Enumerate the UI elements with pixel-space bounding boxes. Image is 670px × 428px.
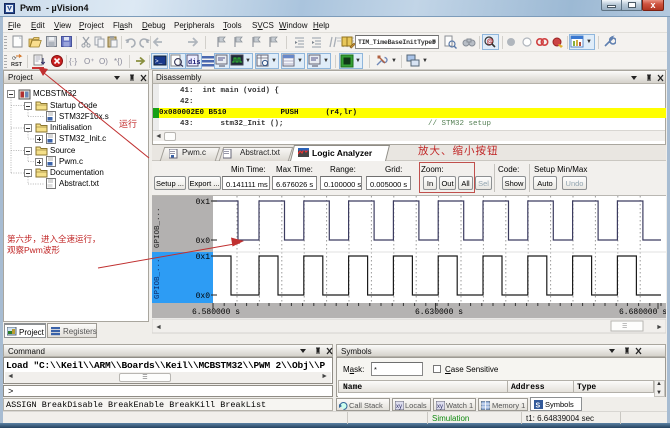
svg-text:*{): *{): [114, 57, 123, 66]
svg-text:S: S: [536, 403, 541, 410]
svg-text:6.630000 s: 6.630000 s: [415, 308, 463, 317]
svg-text:0x1: 0x1: [196, 198, 211, 207]
svg-text:O): O): [99, 57, 108, 66]
svg-text:xy: xy: [437, 404, 443, 410]
svg-text:GPIOB_...: GPIOB_...: [154, 207, 162, 248]
svg-text:GPIOB_...: GPIOB_...: [154, 258, 162, 299]
svg-text:dis: dis: [188, 59, 200, 67]
svg-text:O⁺: O⁺: [84, 57, 94, 66]
svg-text:6.580000 s: 6.580000 s: [192, 308, 240, 317]
svg-text:>_: >_: [155, 58, 163, 65]
svg-text:6.680000 s: 6.680000 s: [619, 308, 666, 317]
svg-text:☰: ☰: [622, 323, 627, 330]
svg-text:{·}: {·}: [69, 57, 77, 66]
svg-text:@: @: [487, 39, 494, 46]
svg-text:RST: RST: [11, 62, 23, 68]
svg-text:0x0: 0x0: [196, 292, 211, 301]
svg-text:0x0: 0x0: [196, 237, 211, 246]
svg-text:xy: xy: [396, 404, 402, 410]
svg-text:►: ►: [656, 324, 663, 331]
svg-text:0x1: 0x1: [196, 253, 211, 262]
svg-text:◄: ◄: [155, 324, 162, 331]
